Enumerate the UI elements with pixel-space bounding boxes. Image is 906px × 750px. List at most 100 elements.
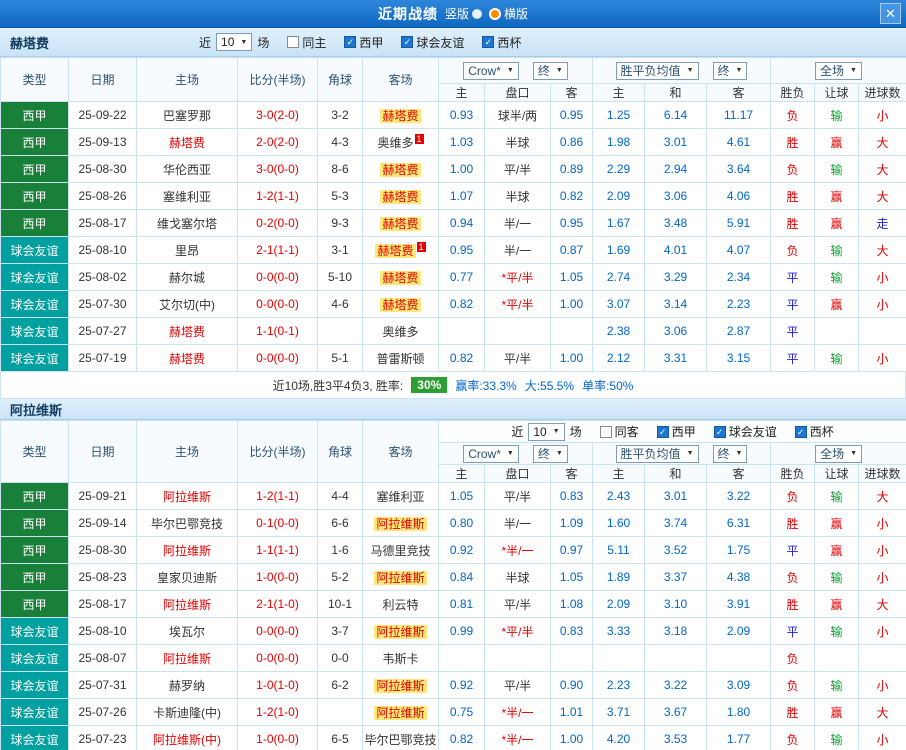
match-date: 25-07-26 xyxy=(68,698,137,726)
scope-header: 全场 ▼ xyxy=(769,442,906,465)
recent-count-select[interactable]: 10 ▼ xyxy=(216,33,253,51)
away-team: 奥维多 1 xyxy=(362,128,439,156)
scope-select[interactable]: 全场 ▼ xyxy=(815,444,863,463)
corner-score: 4-3 xyxy=(317,128,363,156)
filter-checkbox-同主[interactable]: 同主 xyxy=(287,34,326,51)
asian-away-odds xyxy=(550,317,593,345)
asian-handicap: *平/半 xyxy=(484,263,551,291)
asian-handicap: *半/一 xyxy=(484,698,551,726)
layout-radio-vertical[interactable]: 竖版 xyxy=(445,5,482,22)
euro-draw-odds: 3.74 xyxy=(644,509,707,537)
asian-final-select[interactable]: 终 ▼ xyxy=(532,444,568,463)
euro-home-odds: 2.12 xyxy=(592,344,645,372)
home-team: 华伦西亚 xyxy=(136,155,238,183)
euro-away-odds xyxy=(706,644,771,672)
asian-final-select[interactable]: 终 ▼ xyxy=(532,61,568,80)
away-team: 阿拉维斯 xyxy=(362,563,439,591)
team-header-bar: 赫塔费近 10 ▼ 场同主 ✓ 西甲 ✓ 球会友谊 ✓ 西杯 xyxy=(0,28,906,57)
sub-header-让球: 让球 xyxy=(814,464,859,483)
europe-avg-select[interactable]: 胜平负均值 ▼ xyxy=(615,61,699,80)
euro-draw-odds: 3.14 xyxy=(644,290,707,318)
goals-result-cell: 大 xyxy=(858,182,906,210)
euro-draw-odds: 3.01 xyxy=(644,128,707,156)
score: 1-2(1-0) xyxy=(237,698,318,726)
europe-odds-header: 胜平负均值 ▼ 终 ▼ xyxy=(591,57,772,84)
filter-checkbox-西杯[interactable]: ✓ 西杯 xyxy=(482,34,521,51)
focal-team-name: 赫塔费 xyxy=(375,243,416,258)
dropdown-value: 10 xyxy=(221,35,235,49)
checkbox-icon xyxy=(599,425,612,438)
goals-result-cell: 小 xyxy=(858,344,906,372)
home-team: 赫罗纳 xyxy=(136,671,238,699)
red-card-badge: 1 xyxy=(416,241,426,252)
asian-handicap: 平/半 xyxy=(484,344,551,372)
score: 1-2(1-1) xyxy=(237,182,318,210)
filter-checkbox-西甲[interactable]: ✓ 西甲 xyxy=(344,34,383,51)
checkbox-label: 球会友谊 xyxy=(416,35,465,50)
bookmaker-select[interactable]: Crow* ▼ xyxy=(463,444,519,463)
focal-team-name: 阿拉维斯 xyxy=(162,597,211,612)
team-section: 赫塔费近 10 ▼ 场同主 ✓ 西甲 ✓ 球会友谊 ✓ 西杯 类型 日期 主场 比分(半场) 角球 客场 Cro… xyxy=(0,28,906,399)
sub-header-胜负: 胜负 xyxy=(770,83,816,102)
score: 0-0(0-0) xyxy=(237,617,318,645)
asian-away-odds: 0.86 xyxy=(550,128,593,156)
bookmaker-select[interactable]: Crow* ▼ xyxy=(463,61,519,80)
handicap-result-cell: 赢 xyxy=(814,182,860,210)
page-title: 近期战绩 xyxy=(377,5,438,22)
asian-home-odds: 1.03 xyxy=(438,128,485,156)
match-row: 西甲 25-09-22 巴塞罗那 3-0(2-0) 3-2 赫塔费 0.93 球半/两 0.95… xyxy=(0,101,906,129)
euro-away-odds: 2.23 xyxy=(705,290,772,318)
dropdown-value: 胜平负均值 xyxy=(620,447,681,461)
focal-team-name: 赫塔费 xyxy=(380,216,421,231)
handicap-result-cell: 输 xyxy=(814,101,860,129)
scope-select[interactable]: 全场 ▼ xyxy=(815,61,862,80)
focal-team-name: 赫塔费 xyxy=(168,135,205,150)
result-cell: 胜 xyxy=(770,509,815,537)
sub-header-主: 主 xyxy=(592,83,645,102)
checkbox-icon: ✓ xyxy=(344,36,357,48)
close-button[interactable]: ✕ xyxy=(880,3,901,24)
europe-avg-select[interactable]: 胜平负均值 ▼ xyxy=(615,444,699,463)
goals-result-cell: 走 xyxy=(858,209,906,237)
league-type: 球会友谊 xyxy=(0,290,69,318)
away-team: 赫塔费 xyxy=(362,101,439,129)
filter-checkbox-西杯[interactable]: ✓ 西杯 xyxy=(794,423,834,440)
sub-header-让球: 让球 xyxy=(814,83,860,102)
layout-radio-horizontal[interactable]: 横版 xyxy=(489,5,528,22)
score: 0-0(0-0) xyxy=(237,290,318,318)
corner-score: 10-1 xyxy=(317,590,363,618)
sub-header-主: 主 xyxy=(438,464,485,483)
asian-home-odds: 0.99 xyxy=(438,617,485,645)
home-team: 巴塞罗那 xyxy=(136,101,238,129)
filter-checkbox-球会友谊[interactable]: ✓ 球会友谊 xyxy=(713,423,777,440)
asian-home-odds xyxy=(438,317,485,345)
filter-checkbox-西甲[interactable]: ✓ 西甲 xyxy=(656,423,696,440)
euro-away-odds: 2.09 xyxy=(706,617,771,645)
league-type: 西甲 xyxy=(0,101,69,129)
goals-result-cell: 小 xyxy=(857,725,906,750)
column-header-类型: 类型 xyxy=(0,57,69,102)
recent-count-select[interactable]: 10 ▼ xyxy=(528,422,565,441)
score: 2-1(1-0) xyxy=(237,590,318,618)
away-team: 赫塔费 xyxy=(362,290,439,318)
match-row: 西甲 25-08-26 塞维利亚 1-2(1-1) 5-3 赫塔费 1.07 半球 0.82 2.… xyxy=(0,182,906,210)
checkbox-label: 球会友谊 xyxy=(728,425,777,439)
asian-home-odds: 0.94 xyxy=(438,209,485,237)
match-date: 25-07-19 xyxy=(68,344,137,372)
away-team: 阿拉维斯 xyxy=(362,617,439,645)
euro-draw-odds: 3.48 xyxy=(644,209,707,237)
filter-checkbox-同客[interactable]: 同客 xyxy=(599,423,639,440)
match-row: 球会友谊 25-07-30 艾尔切(中) 0-0(0-0) 4-6 赫塔费 0.82 *平/半… xyxy=(0,290,906,318)
filter-checkbox-球会友谊[interactable]: ✓ 球会友谊 xyxy=(401,34,464,51)
europe-final-select[interactable]: 终 ▼ xyxy=(712,61,748,80)
result-cell: 负 xyxy=(770,644,815,672)
asian-handicap xyxy=(484,317,551,345)
goals-result-cell: 小 xyxy=(857,617,906,645)
euro-away-odds: 4.06 xyxy=(705,182,772,210)
europe-odds-header: 胜平负均值 ▼ 终 ▼ xyxy=(592,442,771,465)
euro-draw-odds: 3.22 xyxy=(644,671,707,699)
euro-home-odds: 1.89 xyxy=(592,563,645,591)
asian-away-odds: 1.05 xyxy=(550,263,593,291)
column-header-日期: 日期 xyxy=(68,420,137,483)
europe-final-select[interactable]: 终 ▼ xyxy=(712,444,748,463)
